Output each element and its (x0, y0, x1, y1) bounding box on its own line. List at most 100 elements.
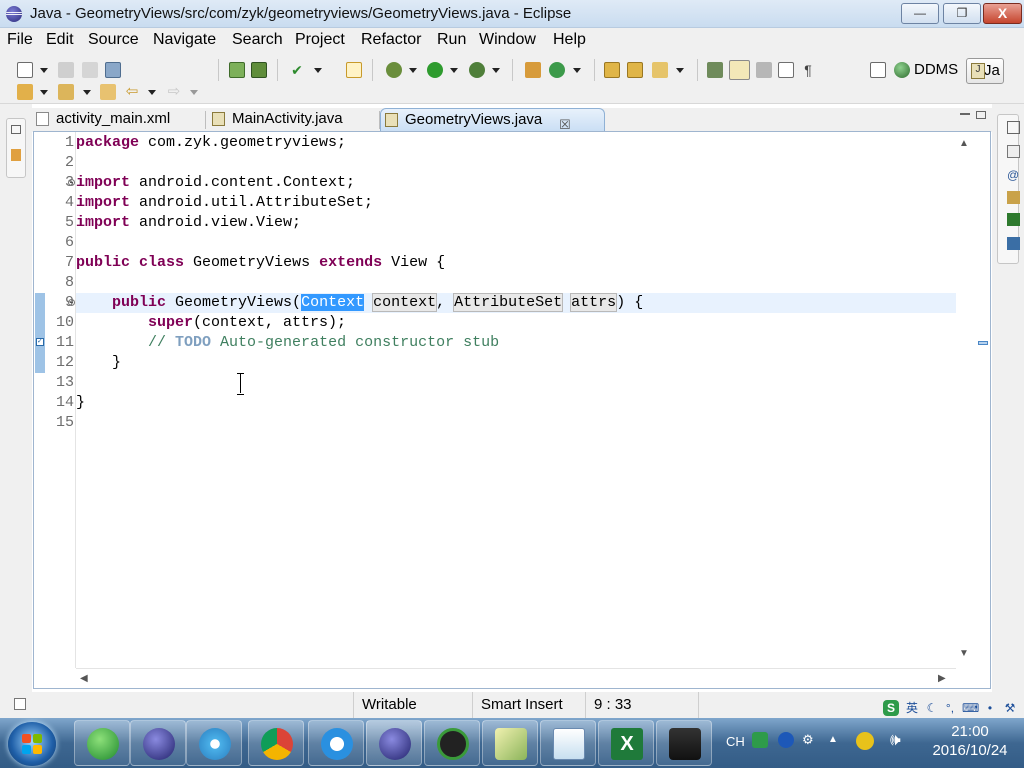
skin-icon[interactable]: • (982, 700, 998, 716)
punctuation-icon[interactable]: °, (942, 700, 958, 716)
show-source-icon[interactable] (778, 62, 794, 78)
update-tray-icon[interactable] (856, 732, 874, 750)
taskbar-app-cloud[interactable] (308, 720, 364, 766)
tools-icon[interactable]: ⚒ (1002, 700, 1018, 716)
java-perspective-button[interactable]: Ja (966, 58, 1004, 84)
taskbar-app-eclipse[interactable] (130, 720, 186, 766)
system-clock[interactable]: 21:00 2016/10/24 (920, 722, 1020, 760)
taskbar-app-eclipse-active[interactable] (366, 720, 422, 766)
sogou-icon[interactable]: S (883, 700, 899, 716)
menu-project[interactable]: Project (295, 31, 345, 49)
debug-dropdown-icon[interactable] (409, 68, 417, 73)
menu-source[interactable]: Source (88, 31, 139, 49)
tray-options-icon[interactable]: ⚙ (802, 732, 814, 748)
menu-window[interactable]: Window (479, 31, 536, 49)
taskbar-app-amd[interactable] (424, 720, 480, 766)
back-dropdown-icon[interactable] (148, 90, 156, 95)
declaration-icon[interactable] (1007, 191, 1020, 204)
line-number-gutter[interactable]: 1 2 3 4 5 6 7 8 9 10 11 12 13 14 15 (46, 132, 76, 668)
show-whitespace-icon[interactable]: ¶ (800, 62, 816, 78)
taskbar-app-network[interactable] (186, 720, 242, 766)
run-dropdown-icon[interactable] (450, 68, 458, 73)
mark-occurrences-icon[interactable] (729, 60, 750, 80)
new-icon[interactable] (17, 62, 33, 78)
problems-icon[interactable] (1007, 237, 1020, 250)
back-icon[interactable]: ⇦ (124, 84, 140, 100)
build-icon[interactable] (346, 62, 362, 78)
menu-help[interactable]: Help (553, 31, 586, 49)
taskbar-app-notes[interactable] (482, 720, 538, 766)
help-tray-icon[interactable] (778, 732, 794, 748)
close-button[interactable]: X (983, 3, 1022, 24)
taskbar-app-ie[interactable] (74, 720, 130, 766)
block-selection-icon[interactable] (756, 62, 772, 78)
fold-constructor-icon[interactable] (68, 299, 75, 306)
next-annotation-dropdown-icon[interactable] (40, 90, 48, 95)
next-annotation-icon[interactable] (17, 84, 33, 100)
forward-icon[interactable]: ⇨ (166, 84, 182, 100)
new-java-package-icon[interactable] (525, 62, 541, 78)
menu-run[interactable]: Run (437, 31, 466, 49)
sdk-manager-icon[interactable] (251, 62, 267, 78)
open-type-icon[interactable] (604, 62, 620, 78)
last-edit-location-icon[interactable] (100, 84, 116, 100)
fold-imports-icon[interactable] (68, 179, 75, 186)
console-icon[interactable] (1007, 213, 1020, 226)
javadoc-icon[interactable]: @ (1007, 169, 1020, 182)
search-icon[interactable] (652, 62, 668, 78)
open-perspective-icon[interactable] (870, 62, 886, 78)
menu-navigate[interactable]: Navigate (153, 31, 216, 49)
new-class-dropdown-icon[interactable] (573, 68, 581, 73)
maximize-button[interactable]: ❐ (943, 3, 981, 24)
java-editor[interactable]: ✓ 1 2 3 4 5 6 7 8 9 10 11 12 13 14 15 pa… (33, 131, 991, 689)
minimize-button[interactable]: — (901, 3, 939, 24)
menu-file[interactable]: File (7, 31, 33, 49)
menu-edit[interactable]: Edit (46, 31, 74, 49)
maximize-editor-icon[interactable] (976, 111, 986, 119)
save-all-icon[interactable] (82, 62, 98, 78)
forward-dropdown-icon[interactable] (190, 90, 198, 95)
print-icon[interactable] (105, 62, 121, 78)
search-dropdown-icon[interactable] (676, 68, 684, 73)
moon-icon[interactable]: ☾ (924, 700, 940, 716)
menu-refactor[interactable]: Refactor (361, 31, 421, 49)
scroll-down-icon[interactable]: ▼ (959, 648, 969, 659)
debug-icon[interactable] (386, 62, 402, 78)
start-button[interactable] (8, 722, 56, 766)
check-dropdown-icon[interactable] (314, 68, 322, 73)
external-tools-dropdown-icon[interactable] (492, 68, 500, 73)
download-icon[interactable] (229, 62, 245, 78)
fast-view-icon[interactable] (14, 698, 26, 710)
minimized-views-left[interactable] (6, 118, 26, 178)
volume-icon[interactable]: 🕪 (890, 730, 901, 750)
vertical-scrollbar[interactable]: ▲ ▼ (956, 132, 990, 668)
scroll-left-icon[interactable]: ◀ (80, 673, 88, 684)
previous-annotation-icon[interactable] (58, 84, 74, 100)
menu-search[interactable]: Search (232, 31, 283, 49)
taskbar-app-excel[interactable]: X (598, 720, 654, 766)
new-java-class-icon[interactable] (549, 62, 565, 78)
outline-icon[interactable] (1007, 145, 1020, 158)
open-resource-icon[interactable] (627, 62, 643, 78)
minimize-editor-icon[interactable] (960, 112, 970, 115)
sogou-tray-icon[interactable] (752, 732, 768, 748)
restore-icon[interactable] (1007, 121, 1020, 134)
tab-geometryviews-java[interactable]: GeometryViews.java ☒ (380, 108, 605, 132)
tab-activity-main-xml[interactable]: activity_main.xml (32, 108, 204, 132)
tab-mainactivity-java[interactable]: MainActivity.java (208, 108, 380, 132)
show-hidden-icons-icon[interactable]: ▲ (828, 734, 838, 745)
input-language[interactable]: CH (726, 734, 745, 749)
task-marker-icon[interactable]: ✓ (36, 338, 44, 346)
annotation-ruler[interactable]: ✓ (34, 132, 46, 688)
new-dropdown-icon[interactable] (40, 68, 48, 73)
taskbar-app-notepad[interactable] (540, 720, 596, 766)
previous-annotation-dropdown-icon[interactable] (83, 90, 91, 95)
run-icon[interactable] (427, 62, 443, 78)
scroll-up-icon[interactable]: ▲ (959, 138, 969, 149)
minimized-views-right[interactable]: @ (997, 114, 1020, 264)
scroll-right-icon[interactable]: ▶ (938, 673, 946, 684)
toggle-breadcrumb-icon[interactable] (707, 62, 723, 78)
taskbar-app-chrome[interactable] (248, 720, 304, 766)
external-tools-icon[interactable] (469, 62, 485, 78)
checkmark-icon[interactable]: ✔ (289, 62, 305, 78)
